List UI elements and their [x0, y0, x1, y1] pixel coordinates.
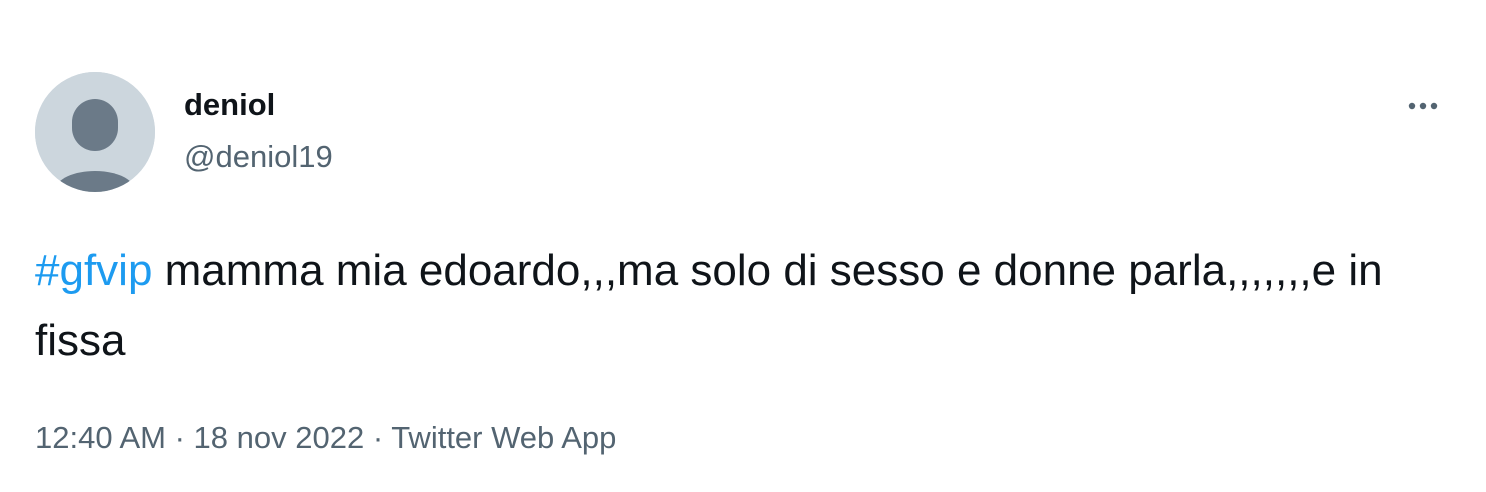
- author-name[interactable]: deniol: [184, 86, 275, 124]
- tweet-body: mamma mia edoardo,,,ma solo di sesso e d…: [35, 246, 1383, 365]
- more-options-button[interactable]: [1398, 84, 1454, 128]
- meta-separator: ·: [165, 420, 194, 455]
- meta-separator: ·: [364, 420, 392, 455]
- hashtag-link[interactable]: #gfvip: [35, 246, 152, 295]
- tweet-time[interactable]: 12:40 AM: [35, 420, 166, 455]
- tweet-date[interactable]: 18 nov 2022: [194, 420, 365, 455]
- more-options-icon: [1408, 102, 1438, 110]
- author-handle[interactable]: @deniol19: [184, 138, 333, 176]
- tweet-text: #gfvip mamma mia edoardo,,,ma solo di se…: [35, 236, 1455, 376]
- tweet-metadata: 12:40 AM · 18 nov 2022 · Twitter Web App: [35, 418, 616, 458]
- default-profile-icon: [35, 72, 155, 192]
- tweet-card: deniol @deniol19 #gfvip mamma mia edoard…: [0, 0, 1486, 492]
- tweet-source[interactable]: Twitter Web App: [391, 420, 616, 455]
- avatar[interactable]: [35, 72, 155, 192]
